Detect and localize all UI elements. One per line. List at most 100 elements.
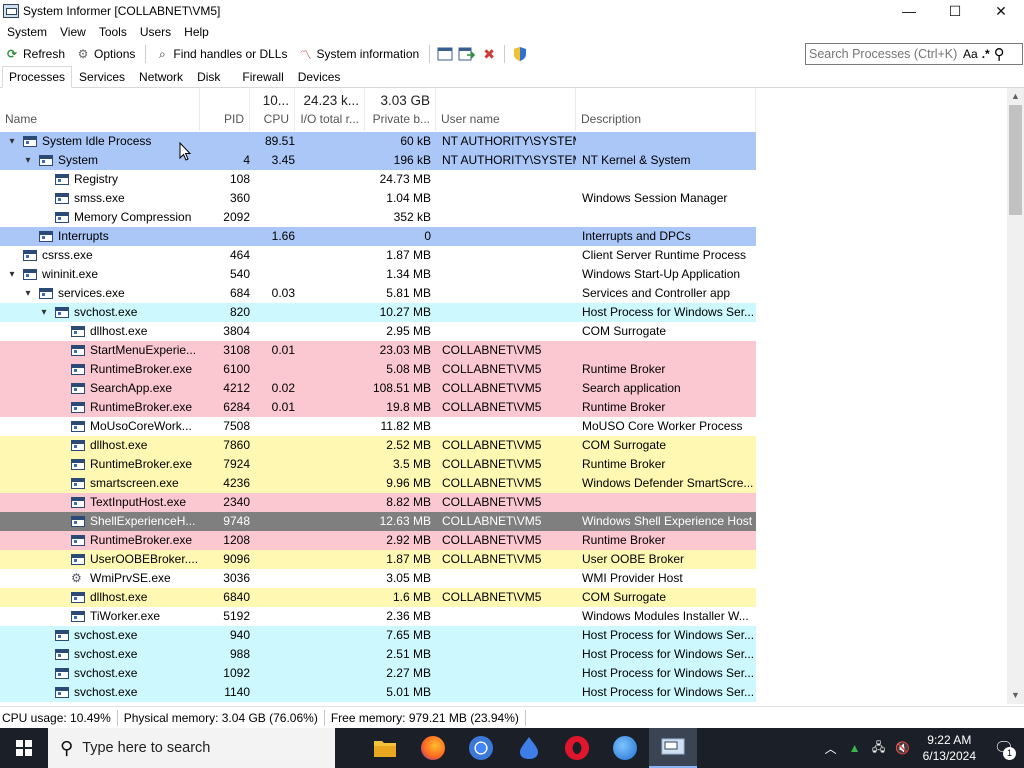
volume-muted-icon[interactable]: 🔇 xyxy=(891,741,915,755)
table-row[interactable]: UserOOBEBroker.... 9096 1.87 MB COLLABNET\V… xyxy=(0,550,756,569)
tab-firewall[interactable]: Firewall xyxy=(235,67,290,87)
window-icon[interactable] xyxy=(434,43,456,65)
process-name: MoUsoCoreWork... xyxy=(90,419,192,433)
taskbar-search[interactable]: ⚲ Type here to search xyxy=(48,728,335,768)
process-window-icon xyxy=(71,421,85,432)
table-row[interactable]: svchost.exe 1140 5.01 MB Host Process for W… xyxy=(0,683,756,702)
menu-tools[interactable]: Tools xyxy=(92,25,133,39)
menu-help[interactable]: Help xyxy=(177,25,215,39)
scrollbar-thumb[interactable] xyxy=(1009,105,1022,215)
tab-devices[interactable]: Devices xyxy=(291,67,348,87)
column-io[interactable]: 24.23 k... I/O total r... xyxy=(295,88,365,131)
chevron-up-icon[interactable]: ︿ xyxy=(819,740,843,757)
regex-toggle[interactable]: .* xyxy=(982,47,990,61)
system-informer-taskbar-icon[interactable] xyxy=(649,728,697,768)
refresh-button[interactable]: ⟳ Refresh xyxy=(0,43,71,65)
process-description: Windows Start-Up Application xyxy=(582,267,741,281)
process-window-icon xyxy=(23,250,37,261)
table-row[interactable]: RuntimeBroker.exe 6284 0.01 19.8 MB COLLABNE… xyxy=(0,398,756,417)
tab-services[interactable]: Services xyxy=(72,67,132,87)
browser-icon[interactable] xyxy=(505,728,553,768)
table-row[interactable]: TiWorker.exe 5192 2.36 MB Windows Modules I… xyxy=(0,607,756,626)
table-row[interactable]: dllhost.exe 7860 2.52 MB COLLABNET\VM5 COM S… xyxy=(0,436,756,455)
chrome-icon[interactable] xyxy=(457,728,505,768)
options-button[interactable]: ⚙ Options xyxy=(71,43,141,65)
process-io-total xyxy=(295,246,365,265)
tab-disk[interactable]: Disk xyxy=(190,67,227,87)
column-description[interactable]: Description xyxy=(576,88,756,131)
process-name: RuntimeBroker.exe xyxy=(90,533,193,547)
table-row[interactable]: TextInputHost.exe 2340 8.82 MB COLLABNET\VM… xyxy=(0,493,756,512)
expand-chevron-icon[interactable]: ▾ xyxy=(6,132,18,151)
table-row[interactable]: ▾ svchost.exe 820 10.27 MB Host Process for … xyxy=(0,303,756,322)
process-description: COM Surrogate xyxy=(582,590,667,604)
table-row[interactable]: ▾ System 4 3.45 196 kB NT AUTHORITY\SYSTEM NT … xyxy=(0,151,756,170)
table-row[interactable]: MoUsoCoreWork... 7508 11.82 MB MoUSO Core W… xyxy=(0,417,756,436)
table-row[interactable]: RuntimeBroker.exe 7924 3.5 MB COLLABNET\VM5… xyxy=(0,455,756,474)
minimize-button[interactable]: — xyxy=(886,0,932,22)
clock[interactable]: 9:22 AM 6/13/2024 xyxy=(915,732,984,764)
expand-chevron-icon[interactable]: ▾ xyxy=(22,284,34,303)
table-row[interactable]: dllhost.exe 6840 1.6 MB COLLABNET\VM5 COM Su… xyxy=(0,588,756,607)
opera-icon[interactable] xyxy=(553,728,601,768)
table-row[interactable]: Interrupts 1.66 0 Interrupts and DPCs xyxy=(0,227,756,246)
vertical-scrollbar[interactable]: ▲ ▼ xyxy=(1007,88,1024,704)
table-row[interactable]: ▾ wininit.exe 540 1.34 MB Windows Start-Up A… xyxy=(0,265,756,284)
table-row[interactable]: smartscreen.exe 4236 9.96 MB COLLABNET\VM5 W… xyxy=(0,474,756,493)
table-row[interactable]: SearchApp.exe 4212 0.02 108.51 MB COLLABNET\… xyxy=(0,379,756,398)
menu-users[interactable]: Users xyxy=(133,25,177,39)
notification-center-icon[interactable]: 🗨 1 xyxy=(984,728,1024,768)
process-pid: 3804 xyxy=(223,324,250,338)
network-icon[interactable]: 🖧 xyxy=(867,738,891,759)
column-user-name[interactable]: User name xyxy=(436,88,576,131)
thunderbird-icon[interactable] xyxy=(601,728,649,768)
table-row[interactable]: dllhost.exe 3804 2.95 MB COM Surrogate xyxy=(0,322,756,341)
table-row[interactable]: ▾ System Idle Process 89.51 60 kB NT AUTHORI… xyxy=(0,132,756,151)
table-row[interactable]: smss.exe 360 1.04 MB Windows Session Manage… xyxy=(0,189,756,208)
menu-system[interactable]: System xyxy=(0,25,53,39)
table-row[interactable]: Memory Compression 2092 352 kB xyxy=(0,208,756,227)
process-user-name: COLLABNET\VM5 xyxy=(442,457,542,471)
column-name[interactable]: Name xyxy=(0,88,200,131)
scroll-up-arrow-icon[interactable]: ▲ xyxy=(1007,88,1024,105)
shield-icon[interactable] xyxy=(509,43,531,65)
match-case-toggle[interactable]: Aa xyxy=(963,47,978,61)
windows-logo-icon xyxy=(16,740,32,756)
table-row[interactable]: svchost.exe 940 7.65 MB Host Process for Wi… xyxy=(0,626,756,645)
column-pid[interactable]: PID xyxy=(200,88,250,131)
process-description xyxy=(582,341,754,360)
firefox-icon[interactable] xyxy=(409,728,457,768)
search-input[interactable] xyxy=(809,47,959,61)
table-row[interactable]: csrss.exe 464 1.87 MB Client Server Runtime… xyxy=(0,246,756,265)
expand-chevron-icon[interactable]: ▾ xyxy=(6,265,18,284)
table-row[interactable]: Registry 108 24.73 MB xyxy=(0,170,756,189)
menu-view[interactable]: View xyxy=(53,25,92,39)
tray-app-icon[interactable]: ▲ xyxy=(843,741,867,755)
table-row[interactable]: StartMenuExperie... 3108 0.01 23.03 MB COLLA… xyxy=(0,341,756,360)
system-information-button[interactable]: 〽 System information xyxy=(293,43,425,65)
expand-chevron-icon[interactable]: ▾ xyxy=(22,151,34,170)
window-go-icon[interactable] xyxy=(456,43,478,65)
tab-processes[interactable]: Processes xyxy=(2,66,73,88)
column-cpu[interactable]: 10... CPU xyxy=(250,88,295,131)
tab-network[interactable]: Network xyxy=(132,67,190,87)
process-window-icon xyxy=(55,630,69,641)
table-row[interactable]: RuntimeBroker.exe 1208 2.92 MB COLLABNET\VM… xyxy=(0,531,756,550)
table-row[interactable]: ▾ services.exe 684 0.03 5.81 MB Services and … xyxy=(0,284,756,303)
table-row[interactable]: svchost.exe 988 2.51 MB Host Process for Wi… xyxy=(0,645,756,664)
start-button[interactable] xyxy=(0,728,48,768)
column-private-bytes[interactable]: 3.03 GB Private b... xyxy=(365,88,436,131)
process-name-cell: dllhost.exe xyxy=(0,436,200,455)
find-handles-button[interactable]: ⌕ Find handles or DLLs xyxy=(150,43,293,65)
table-row[interactable]: svchost.exe 1092 2.27 MB Host Process for W… xyxy=(0,664,756,683)
expand-chevron-icon[interactable]: ▾ xyxy=(38,303,50,322)
table-row[interactable]: WmiPrvSE.exe 3036 3.05 MB WMI Provider Host xyxy=(0,569,756,588)
table-row[interactable]: ShellExperienceH... 9748 12.63 MB COLLABNET… xyxy=(0,512,756,531)
scroll-down-arrow-icon[interactable]: ▼ xyxy=(1007,687,1024,704)
file-explorer-icon[interactable] xyxy=(361,728,409,768)
close-button[interactable]: ✕ xyxy=(978,0,1024,22)
table-row[interactable]: RuntimeBroker.exe 6100 5.08 MB COLLABNET\VM… xyxy=(0,360,756,379)
search-icon[interactable]: ⚲ xyxy=(994,45,1005,63)
terminate-icon[interactable]: ✖ xyxy=(478,43,500,65)
maximize-button[interactable]: ☐ xyxy=(932,0,978,22)
